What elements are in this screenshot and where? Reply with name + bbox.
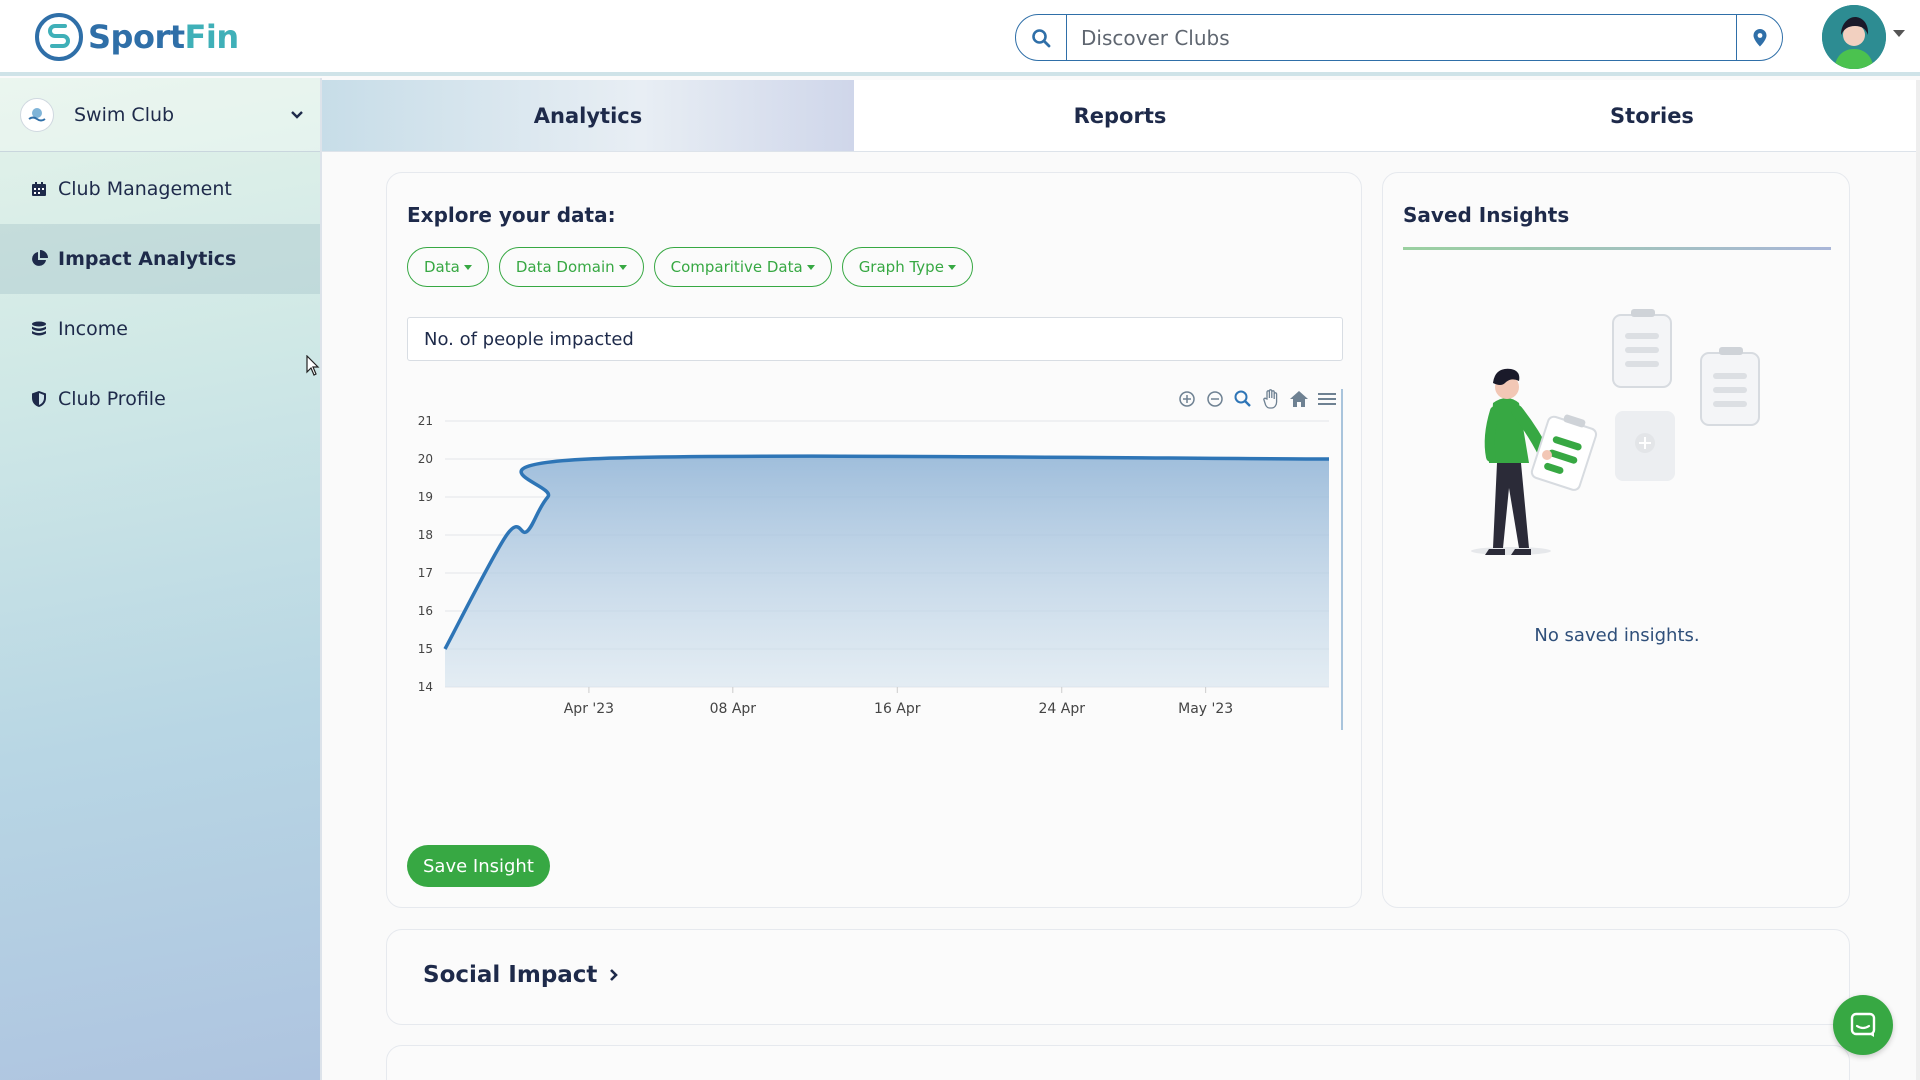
sidebar: Swim Club Club Management Impact Analyti… [0,78,322,1080]
metric-label: No. of people impacted [424,328,634,350]
sidebar-item-label: Club Profile [58,388,166,410]
chevron-down-icon [291,111,303,119]
y-tick-label: 17 [418,566,433,580]
user-avatar[interactable] [1822,5,1886,69]
y-tick-label: 20 [418,452,433,466]
x-tick-label: 16 Apr [874,701,921,717]
x-tick-label: 08 Apr [710,701,757,717]
caret-down-icon [806,264,815,270]
saved-insights-title: Saved Insights [1403,203,1570,227]
impact-chart-svg: 14 15 16 17 18 19 20 21 Apr '23 08 Apr 16 Apr 24 Ap… [418,389,1343,730]
mouse-cursor-icon [306,355,320,376]
pie-chart-icon [30,250,48,268]
club-name: Swim Club [74,103,175,126]
calendar-icon [30,180,48,198]
caret-down-icon [947,264,956,270]
logo-mark-icon [35,13,83,61]
sportfin-logo[interactable]: SportFin [34,12,239,62]
main-tabs: Analytics Reports Stories [322,80,1920,152]
sidebar-item-impact-analytics[interactable]: Impact Analytics [0,224,320,294]
saved-insights-card: Saved Insights No saved insights. [1382,172,1850,908]
location-button[interactable] [1736,15,1782,60]
filter-data-dropdown[interactable]: Data [407,247,489,287]
y-tick-label: 15 [418,642,433,656]
top-header: SportFin [0,0,1920,76]
x-tick-label: 24 Apr [1039,701,1086,717]
search-bar [1015,14,1783,61]
filter-graph-type-dropdown[interactable]: Graph Type [841,247,973,287]
save-insight-button[interactable]: Save Insight [407,845,550,887]
tab-reports[interactable]: Reports [854,80,1386,151]
empty-insights-illustration [1471,309,1760,555]
shield-icon [30,390,48,408]
page-scrollbar[interactable] [1916,80,1920,1080]
chart-toolbar [1177,389,1337,409]
next-section-card [386,1045,1850,1080]
logo-sport: Sport [88,18,185,56]
logo-text: SportFin [88,18,239,56]
social-impact-card[interactable]: Social Impact [386,929,1850,1025]
y-tick-label: 16 [418,604,433,618]
account-caret-icon[interactable] [1893,30,1905,37]
filter-label: Graph Type [858,258,944,276]
explore-title: Explore your data: [407,203,616,227]
home-reset-icon[interactable] [1289,389,1309,409]
impact-chart: 14 15 16 17 18 19 20 21 Apr '23 08 Apr 16 Apr 24 Ap… [407,385,1343,805]
map-pin-icon [1753,28,1766,46]
zoom-out-icon[interactable] [1205,389,1225,409]
social-impact-title[interactable]: Social Impact [423,962,619,988]
logo-fin: Fin [184,18,240,56]
title-underline [1403,247,1831,250]
chat-icon [1850,1012,1876,1037]
chevron-right-icon [610,969,619,981]
coins-icon [30,320,48,338]
magnifier-zoom-icon[interactable] [1233,389,1253,409]
filter-label: Comparitive Data [670,258,803,276]
sidebar-item-club-management[interactable]: Club Management [0,154,320,224]
sidebar-item-label: Impact Analytics [58,248,237,270]
pan-hand-icon[interactable] [1261,389,1281,409]
tab-analytics[interactable]: Analytics [322,80,854,151]
metric-select[interactable]: No. of people impacted [407,317,1343,361]
search-icon [1032,28,1051,47]
menu-icon[interactable] [1317,389,1337,409]
y-tick-label: 14 [418,680,433,694]
sidebar-item-club-profile[interactable]: Club Profile [0,364,320,434]
explore-data-card: Explore your data: Data Data Domain Comp… [386,172,1362,908]
club-selector[interactable]: Swim Club [0,78,320,152]
y-tick-label: 19 [418,490,433,504]
sidebar-item-income[interactable]: Income [0,294,320,364]
filter-label: Data [424,258,460,276]
filter-comparitive-data-dropdown[interactable]: Comparitive Data [653,247,832,287]
caret-down-icon [463,264,472,270]
search-input[interactable] [1067,15,1736,60]
chat-button[interactable] [1833,995,1893,1055]
y-tick-label: 18 [418,528,433,542]
zoom-in-icon[interactable] [1177,389,1197,409]
sidebar-item-label: Income [58,318,128,340]
filter-label: Data Domain [515,258,615,276]
search-button[interactable] [1016,15,1067,60]
social-impact-label: Social Impact [423,962,598,988]
filter-data-domain-dropdown[interactable]: Data Domain [498,247,644,287]
no-insights-message: No saved insights. [1534,625,1700,646]
user-avatar-image [1822,5,1886,69]
sidebar-item-label: Club Management [58,178,232,200]
y-tick-label: 21 [418,414,433,428]
x-tick-label: May '23 [1178,701,1233,717]
filter-pills: Data Data Domain Comparitive Data Graph … [407,247,973,287]
x-tick-label: Apr '23 [564,701,614,717]
chart-area-fill [445,456,1329,687]
tab-stories[interactable]: Stories [1386,80,1918,151]
club-logo-icon [20,97,54,132]
caret-down-icon [618,264,627,270]
